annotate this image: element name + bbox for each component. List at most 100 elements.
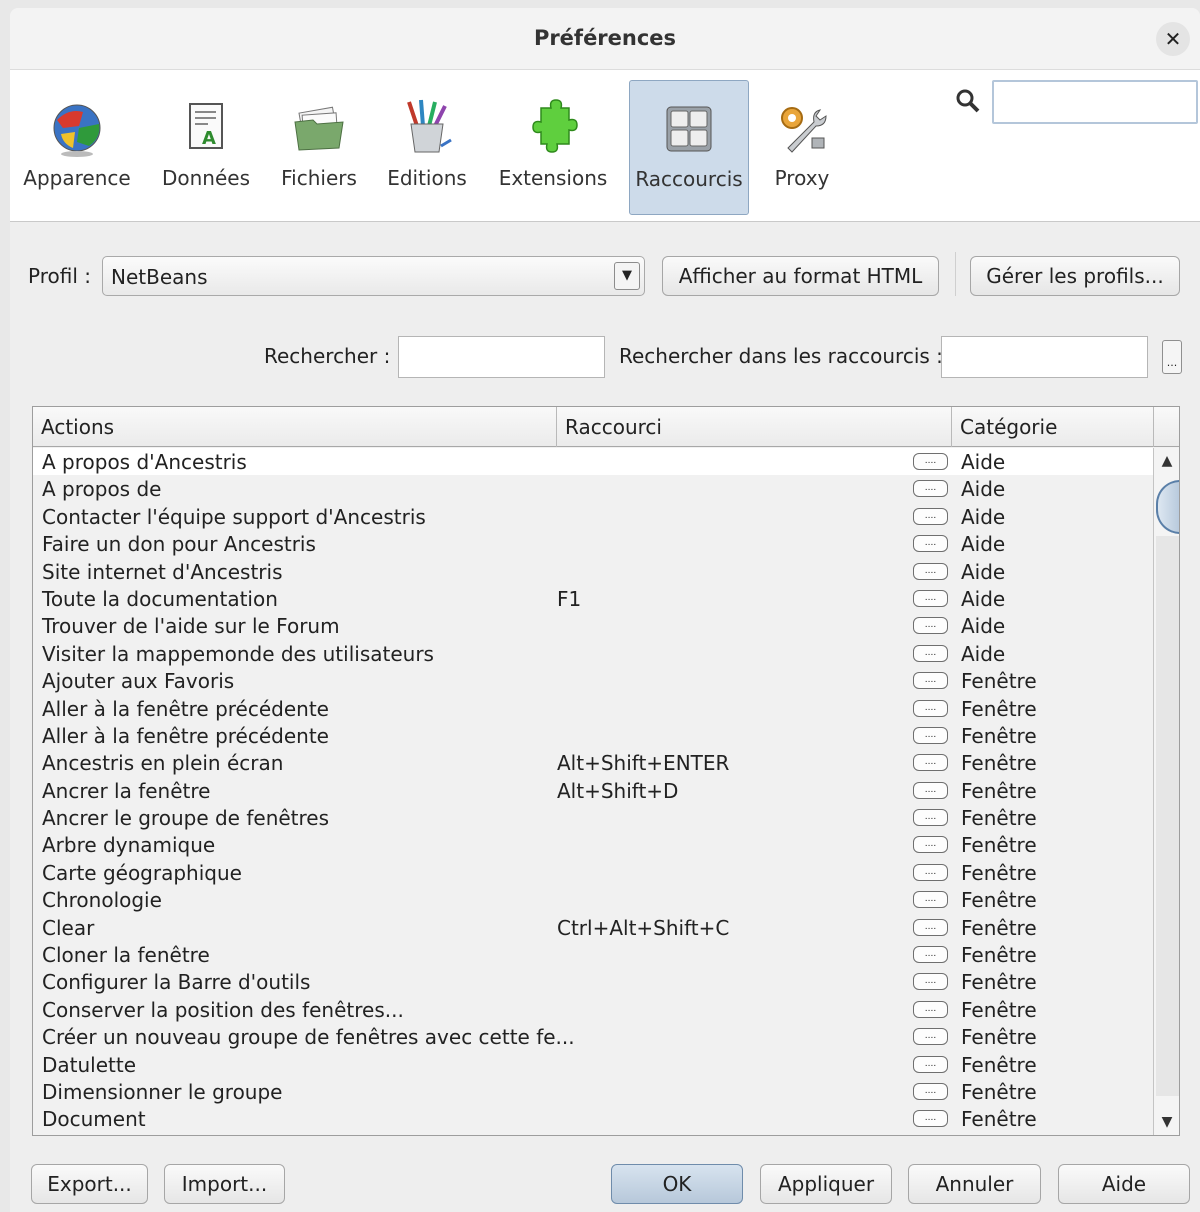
scroll-down-icon[interactable]: ▼ <box>1154 1111 1179 1133</box>
table-row[interactable]: A propos d'Ancestris.... Aide <box>33 448 1153 476</box>
table-row[interactable]: A propos de.... Aide <box>33 475 1153 502</box>
table-row[interactable]: Aller à la fenêtre précédente.... Fenêtre <box>33 722 1153 749</box>
table-row[interactable]: Toute la documentation F1.... Aide <box>33 585 1153 612</box>
table-row[interactable]: Dimensionner le groupe.... Fenêtre <box>33 1078 1153 1105</box>
category-donnees[interactable]: A Données <box>156 80 256 215</box>
import-button[interactable]: Import... <box>164 1164 285 1204</box>
table-row[interactable]: Site internet d'Ancestris.... Aide <box>33 558 1153 585</box>
keyboard-edit-icon[interactable]: .... <box>913 589 948 607</box>
shortcut-cell[interactable]: F1 <box>557 587 581 611</box>
keyboard-edit-icon[interactable]: .... <box>913 781 948 799</box>
category-apparence[interactable]: Apparence <box>18 80 136 215</box>
category-cell: Aide <box>961 532 1006 557</box>
category-label: Extensions <box>498 166 608 190</box>
keyboard-edit-icon[interactable]: .... <box>913 672 948 690</box>
table-row[interactable]: Faire un don pour Ancestris.... Aide <box>33 530 1153 557</box>
keyboard-edit-icon[interactable]: .... <box>913 1055 948 1073</box>
scroll-track[interactable] <box>1156 536 1179 1096</box>
keyboard-edit-icon[interactable]: .... <box>913 617 948 635</box>
table-row[interactable]: Configurer la Barre d'outils.... Fenêtre <box>33 968 1153 995</box>
action-cell: Datulette <box>42 1052 137 1077</box>
category-cell: Fenêtre <box>961 751 1037 776</box>
scroll-thumb[interactable] <box>1156 480 1179 534</box>
export-button[interactable]: Export... <box>31 1164 148 1204</box>
table-row[interactable]: Arbre dynamique.... Fenêtre <box>33 831 1153 858</box>
table-row[interactable]: Datulette.... Fenêtre <box>33 1051 1153 1078</box>
apply-button[interactable]: Appliquer <box>760 1164 892 1204</box>
table-row[interactable]: Ajouter aux Favoris.... Fenêtre <box>33 667 1153 694</box>
keyboard-edit-icon[interactable]: .... <box>913 918 948 936</box>
keyboard-edit-icon[interactable]: .... <box>913 535 948 553</box>
table-row[interactable]: Ancrer le groupe de fenêtres.... Fenêtre <box>33 804 1153 831</box>
column-header-actions[interactable]: Actions <box>33 407 557 447</box>
keyboard-edit-icon[interactable]: .... <box>913 1082 948 1100</box>
scroll-up-icon[interactable]: ▲ <box>1154 450 1179 472</box>
table-row[interactable]: Clear Ctrl+Alt+Shift+C.... Fenêtre <box>33 914 1153 941</box>
category-label: Apparence <box>23 166 131 190</box>
vertical-scrollbar[interactable]: ▲ ▼ <box>1153 448 1179 1135</box>
chevron-down-icon[interactable]: ▼ <box>614 262 640 290</box>
category-cell: Fenêtre <box>961 943 1037 968</box>
keyboard-edit-icon[interactable]: .... <box>913 644 948 662</box>
pencil-cup-icon <box>407 99 452 153</box>
keyboard-edit-icon[interactable]: .... <box>913 863 948 881</box>
close-button[interactable]: ✕ <box>1156 22 1190 56</box>
category-cell: Aide <box>961 641 1006 666</box>
keyboard-edit-icon[interactable]: .... <box>913 453 948 470</box>
action-cell: Dimensionner le groupe <box>42 1079 283 1104</box>
keyboard-edit-icon[interactable]: .... <box>913 480 948 498</box>
keyboard-icon <box>666 106 712 152</box>
category-cell: Fenêtre <box>961 1052 1037 1077</box>
keyboard-edit-icon[interactable]: .... <box>913 562 948 580</box>
keyboard-edit-icon[interactable]: .... <box>913 754 948 772</box>
table-row[interactable]: Contacter l'équipe support d'Ancestris..… <box>33 503 1153 530</box>
category-cell: Fenêtre <box>961 806 1037 831</box>
ok-button[interactable]: OK <box>611 1164 743 1204</box>
category-fichiers[interactable]: Fichiers <box>274 80 364 215</box>
help-button[interactable]: Aide <box>1058 1164 1190 1204</box>
options-search-input[interactable] <box>992 80 1198 124</box>
keyboard-edit-icon[interactable]: .... <box>913 726 948 744</box>
keyboard-edit-icon[interactable]: .... <box>913 973 948 991</box>
shortcut-cell[interactable]: Alt+Shift+D <box>557 779 678 803</box>
column-header-shortcut[interactable]: Raccourci <box>557 407 952 447</box>
keyboard-edit-icon[interactable]: .... <box>913 946 948 964</box>
keyboard-edit-icon[interactable]: .... <box>913 891 948 909</box>
table-row[interactable]: Créer un nouveau groupe de fenêtres avec… <box>33 1023 1153 1050</box>
keyboard-edit-icon[interactable]: .... <box>913 809 948 827</box>
shortcut-cell[interactable]: Alt+Shift+ENTER <box>557 751 729 775</box>
search-input[interactable] <box>398 336 605 378</box>
action-cell: Aller à la fenêtre précédente <box>42 696 329 721</box>
keyboard-edit-icon[interactable]: .... <box>913 836 948 854</box>
table-row[interactable]: Document.... Fenêtre <box>33 1105 1153 1132</box>
table-row[interactable]: Carte géographique.... Fenêtre <box>33 859 1153 886</box>
table-row[interactable]: Visiter la mappemonde des utilisateurs..… <box>33 640 1153 667</box>
category-proxy[interactable]: Proxy <box>766 80 838 215</box>
shortcut-capture-button[interactable]: ... <box>1162 340 1182 374</box>
table-row[interactable]: Aller à la fenêtre précédente.... Fenêtre <box>33 695 1153 722</box>
table-row[interactable]: Cloner la fenêtre.... Fenêtre <box>33 941 1153 968</box>
category-editions[interactable]: Editions <box>382 80 472 215</box>
keyboard-edit-icon[interactable]: .... <box>913 1000 948 1018</box>
category-cell: Aide <box>961 586 1006 611</box>
keyboard-edit-icon[interactable]: .... <box>913 1028 948 1046</box>
manage-profiles-button[interactable]: Gérer les profils... <box>970 256 1180 296</box>
column-header-category[interactable]: Catégorie <box>952 407 1154 447</box>
show-html-button[interactable]: Afficher au format HTML <box>662 256 939 296</box>
keyboard-edit-icon[interactable]: .... <box>913 699 948 717</box>
keyboard-edit-icon[interactable]: .... <box>913 1110 948 1128</box>
action-cell: Clear <box>42 915 95 940</box>
category-raccourcis[interactable]: Raccourcis <box>629 80 749 215</box>
category-extensions[interactable]: Extensions <box>494 80 612 215</box>
table-row[interactable]: Chronologie.... Fenêtre <box>33 886 1153 913</box>
action-cell: Arbre dynamique <box>42 833 216 858</box>
table-row[interactable]: Ancrer la fenêtre Alt+Shift+D.... Fenêtre <box>33 777 1153 804</box>
profile-select[interactable]: NetBeans ▼ <box>102 256 645 296</box>
shortcut-cell[interactable]: Ctrl+Alt+Shift+C <box>557 916 729 940</box>
table-row[interactable]: Trouver de l'aide sur le Forum.... Aide <box>33 612 1153 639</box>
table-row[interactable]: Conserver la position des fenêtres......… <box>33 996 1153 1023</box>
table-row[interactable]: Ancestris en plein écran Alt+Shift+ENTER.… <box>33 749 1153 776</box>
cancel-button[interactable]: Annuler <box>908 1164 1041 1204</box>
shortcut-search-input[interactable] <box>941 336 1148 378</box>
keyboard-edit-icon[interactable]: .... <box>913 507 948 525</box>
